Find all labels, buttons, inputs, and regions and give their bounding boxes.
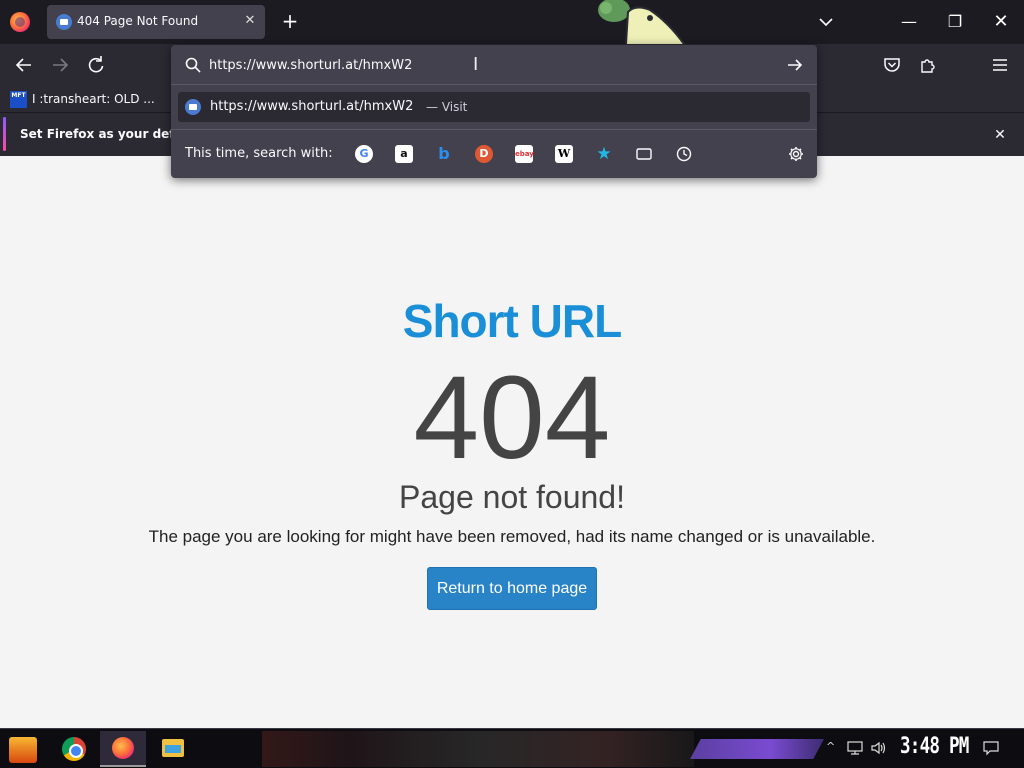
search-with-label: This time, search with: (185, 146, 333, 161)
reload-button[interactable] (83, 53, 109, 77)
taskbar-theme-decoration (262, 731, 694, 767)
chevron-down-icon (819, 18, 833, 27)
bookmarks-star-icon[interactable]: ★ (595, 145, 613, 163)
address-bar-dropdown: I https://www.shorturl.at/hmxW2 — Visit … (171, 45, 817, 178)
duckduckgo-icon[interactable]: D (475, 145, 493, 163)
start-button[interactable] (9, 737, 37, 763)
arrow-left-icon (15, 58, 31, 72)
network-icon[interactable] (846, 740, 864, 756)
error-description: The page you are looking for might have … (148, 527, 876, 546)
gear-icon[interactable] (787, 145, 805, 163)
bing-icon[interactable]: b (435, 145, 453, 163)
pocket-icon (884, 58, 900, 72)
chrome-icon[interactable] (62, 737, 86, 761)
tab-rectangle-icon (636, 148, 652, 160)
notification-accent (3, 117, 6, 151)
tab-strip: 404 Page Not Found ✕ + — ❐ ✕ (0, 0, 1024, 62)
wikipedia-icon[interactable]: W (555, 145, 573, 163)
site-logo-text: Short URL (402, 295, 622, 347)
site-favicon-icon (185, 99, 201, 115)
return-home-button[interactable]: Return to home page (427, 567, 597, 610)
firefox-icon (112, 737, 134, 759)
ebay-icon[interactable]: ebay (515, 145, 534, 163)
amazon-icon[interactable]: a (395, 145, 413, 163)
clock-icon (676, 146, 692, 162)
url-row: I (171, 45, 817, 85)
reload-icon (88, 56, 104, 73)
notification-text: Set Firefox as your defau (20, 127, 192, 141)
forward-button[interactable] (47, 53, 73, 77)
notification-close-icon[interactable]: ✕ (990, 125, 1010, 145)
google-icon[interactable]: G (355, 145, 373, 163)
taskbar-clock[interactable]: 3:48 PM (900, 734, 969, 759)
minimize-button[interactable]: — (886, 0, 932, 44)
go-arrow-button[interactable] (783, 55, 807, 75)
error-code: 404 (413, 352, 611, 484)
tab-title: 404 Page Not Found (77, 14, 199, 28)
bookmark-item[interactable]: MFT I :transheart: OLD ... (10, 89, 155, 109)
divider (171, 129, 817, 130)
windows-taskbar: ^ 3:48 PM (0, 728, 1024, 768)
list-all-tabs-button[interactable] (814, 12, 838, 32)
extensions-button[interactable] (915, 53, 941, 77)
notifications-icon[interactable] (982, 740, 1000, 756)
pocket-button[interactable] (879, 53, 905, 77)
back-button[interactable] (11, 53, 37, 77)
history-icon[interactable] (675, 145, 693, 163)
suggestion-action: — Visit (426, 100, 468, 114)
url-input[interactable] (209, 55, 769, 75)
arrow-right-icon (788, 59, 803, 71)
tab-404-page[interactable]: 404 Page Not Found ✕ (47, 5, 265, 39)
puzzle-icon (921, 59, 935, 73)
firefox-view-icon[interactable] (10, 12, 30, 32)
text-cursor-icon: I (473, 54, 479, 75)
arrow-right-icon (53, 58, 69, 72)
url-suggestion-row[interactable]: https://www.shorturl.at/hmxW2 — Visit (178, 92, 810, 122)
suggestion-url: https://www.shorturl.at/hmxW2 (210, 99, 414, 114)
app-menu-button[interactable] (987, 53, 1013, 77)
new-tab-button[interactable]: + (278, 10, 302, 34)
file-explorer-icon[interactable] (162, 739, 184, 757)
page-title: Page not found! (399, 479, 625, 515)
page-content: Short URL 404 Page not found! The page y… (0, 156, 1024, 728)
taskbar-firefox-button[interactable] (100, 731, 146, 767)
taskbar-theme-stripe (690, 739, 824, 759)
bookmark-favicon-icon: MFT (10, 90, 27, 108)
close-window-button[interactable]: ✕ (978, 0, 1024, 44)
hamburger-menu-icon (993, 59, 1007, 71)
show-hidden-icons-icon[interactable]: ^ (826, 740, 835, 753)
tabs-icon[interactable] (635, 145, 653, 163)
divider (171, 84, 817, 85)
tab-favicon-icon (56, 14, 72, 30)
bookmark-label: I :transheart: OLD ... (32, 92, 155, 106)
tab-close-icon[interactable]: ✕ (241, 12, 259, 30)
restore-button[interactable]: ❐ (932, 0, 978, 44)
search-icon (185, 57, 201, 73)
volume-icon[interactable] (870, 740, 888, 756)
